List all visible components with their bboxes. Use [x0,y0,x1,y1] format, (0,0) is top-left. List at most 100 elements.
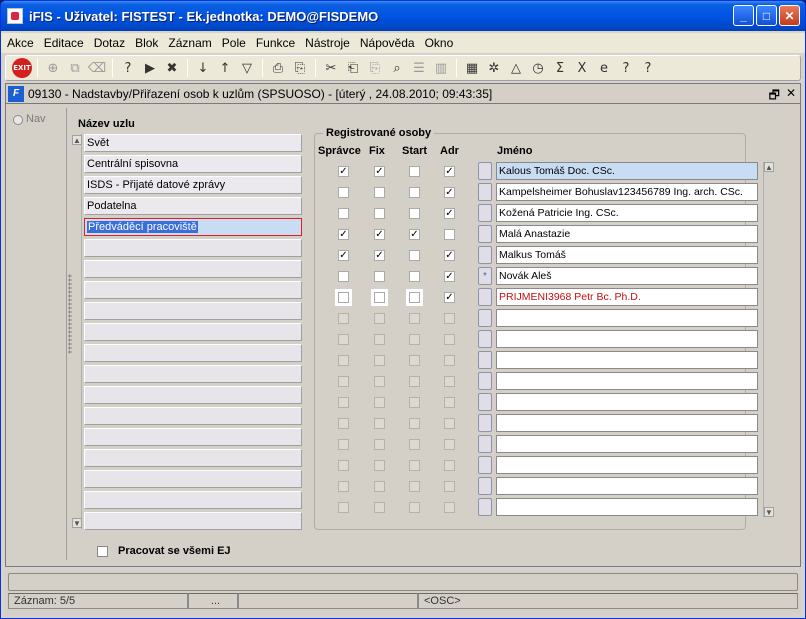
menu-napoveda[interactable]: Nápověda [356,36,419,50]
spravce-checkbox[interactable] [338,292,349,303]
scroll-down-icon[interactable]: ▼ [72,518,82,528]
fix-checkbox[interactable] [374,355,385,366]
adr-checkbox[interactable] [444,376,455,387]
person-name-field-empty[interactable] [496,477,758,495]
node-field-empty[interactable] [84,470,302,488]
node-field-empty[interactable] [84,449,302,467]
fix-checkbox[interactable] [374,313,385,324]
sum-icon[interactable]: Σ [550,58,570,78]
person-name-field-empty[interactable] [496,456,758,474]
adr-checkbox[interactable] [444,355,455,366]
spravce-checkbox[interactable] [338,397,349,408]
row-marker[interactable] [478,225,492,243]
person-name-field-empty[interactable] [496,435,758,453]
fix-checkbox[interactable] [374,271,385,282]
spravce-checkbox[interactable] [338,376,349,387]
nav-radio-icon[interactable] [13,115,23,125]
minimize-button[interactable]: _ [733,5,754,26]
menu-blok[interactable]: Blok [131,36,162,50]
menu-zaznam[interactable]: Záznam [164,36,215,50]
context-help-icon[interactable]: ? [638,58,658,78]
node-scrollbar[interactable]: ▲ ▼ [72,134,82,529]
triangle-icon[interactable]: △ [506,58,526,78]
spravce-checkbox[interactable] [338,166,349,177]
start-checkbox[interactable] [409,355,420,366]
spravce-checkbox[interactable] [338,439,349,450]
start-checkbox[interactable] [409,481,420,492]
node-field-empty[interactable] [84,302,302,320]
start-checkbox[interactable] [409,229,420,240]
print-preview-icon[interactable]: ⎘ [290,58,310,78]
row-marker[interactable] [478,288,492,306]
row-marker[interactable] [478,498,492,516]
web-icon[interactable]: e [594,58,614,78]
all-ej-option[interactable]: Pracovat se všemi EJ [97,545,231,557]
person-name-field[interactable]: Kampelsheimer Bohuslav123456789 Ing. arc… [496,183,758,201]
start-checkbox[interactable] [409,187,420,198]
fix-checkbox[interactable] [374,439,385,450]
fix-checkbox[interactable] [374,229,385,240]
list-icon[interactable]: ☰ [409,58,429,78]
fix-checkbox[interactable] [374,187,385,198]
adr-checkbox[interactable] [444,292,455,303]
person-name-field[interactable]: Malá Anastazie [496,225,758,243]
start-checkbox[interactable] [409,208,420,219]
node-field[interactable]: ISDS - Přijaté datové zprávy [84,176,302,194]
delete-record-icon[interactable]: ⌫ [87,58,107,78]
adr-checkbox[interactable] [444,418,455,429]
node-field-empty[interactable] [84,323,302,341]
person-name-field[interactable]: Novák Aleš [496,267,758,285]
fix-checkbox[interactable] [374,166,385,177]
paste-icon[interactable]: ⎘ [365,58,385,78]
settings-wheel-icon[interactable]: ✲ [484,58,504,78]
row-marker[interactable] [478,351,492,369]
person-name-field[interactable]: PRIJMENI3968 Petr Bc. Ph.D. [496,288,758,306]
adr-checkbox[interactable] [444,502,455,513]
start-checkbox[interactable] [409,376,420,387]
columns-icon[interactable]: ▥ [431,58,451,78]
row-marker[interactable] [478,162,492,180]
sort-descending-icon[interactable]: ↑ [215,58,235,78]
row-marker[interactable] [478,393,492,411]
spravce-checkbox[interactable] [338,418,349,429]
nav-panel[interactable]: Nav [9,108,67,560]
spravce-checkbox[interactable] [338,271,349,282]
exit-icon[interactable]: EXIT [12,58,32,78]
menu-pole[interactable]: Pole [218,36,250,50]
spravce-checkbox[interactable] [338,187,349,198]
spravce-checkbox[interactable] [338,250,349,261]
node-field-empty[interactable] [84,344,302,362]
row-marker[interactable]: * [478,267,492,285]
insert-record-icon[interactable]: ⊕ [43,58,63,78]
person-name-field-empty[interactable] [496,498,758,516]
node-field-empty[interactable] [84,491,302,509]
row-marker[interactable] [478,204,492,222]
persons-scrollbar[interactable]: ▲ ▼ [763,162,775,517]
duplicate-record-icon[interactable]: ⧉ [65,58,85,78]
person-name-field[interactable]: Kožená Patricie Ing. CSc. [496,204,758,222]
node-field[interactable]: Svět [84,134,302,152]
adr-checkbox[interactable] [444,334,455,345]
fix-checkbox[interactable] [374,376,385,387]
menu-dotaz[interactable]: Dotaz [90,36,129,50]
start-checkbox[interactable] [409,271,420,282]
spravce-checkbox[interactable] [338,460,349,471]
scroll-up-icon[interactable]: ▲ [72,135,82,145]
fix-checkbox[interactable] [374,481,385,492]
form-title-bar[interactable]: F 09130 - Nadstavby/Přiřazení osob k uzl… [6,84,800,104]
row-marker[interactable] [478,435,492,453]
adr-checkbox[interactable] [444,208,455,219]
adr-checkbox[interactable] [444,166,455,177]
row-marker[interactable] [478,246,492,264]
adr-checkbox[interactable] [444,481,455,492]
fix-checkbox[interactable] [374,250,385,261]
start-checkbox[interactable] [409,166,420,177]
person-name-field[interactable]: Kalous Tomáš Doc. CSc. [496,162,758,180]
spravce-checkbox[interactable] [338,208,349,219]
row-marker[interactable] [478,477,492,495]
calculator-icon[interactable]: ▦ [462,58,482,78]
row-marker[interactable] [478,456,492,474]
cut-icon[interactable]: ✂ [321,58,341,78]
scroll-up-icon[interactable]: ▲ [764,162,774,172]
person-name-field[interactable]: Malkus Tomáš [496,246,758,264]
